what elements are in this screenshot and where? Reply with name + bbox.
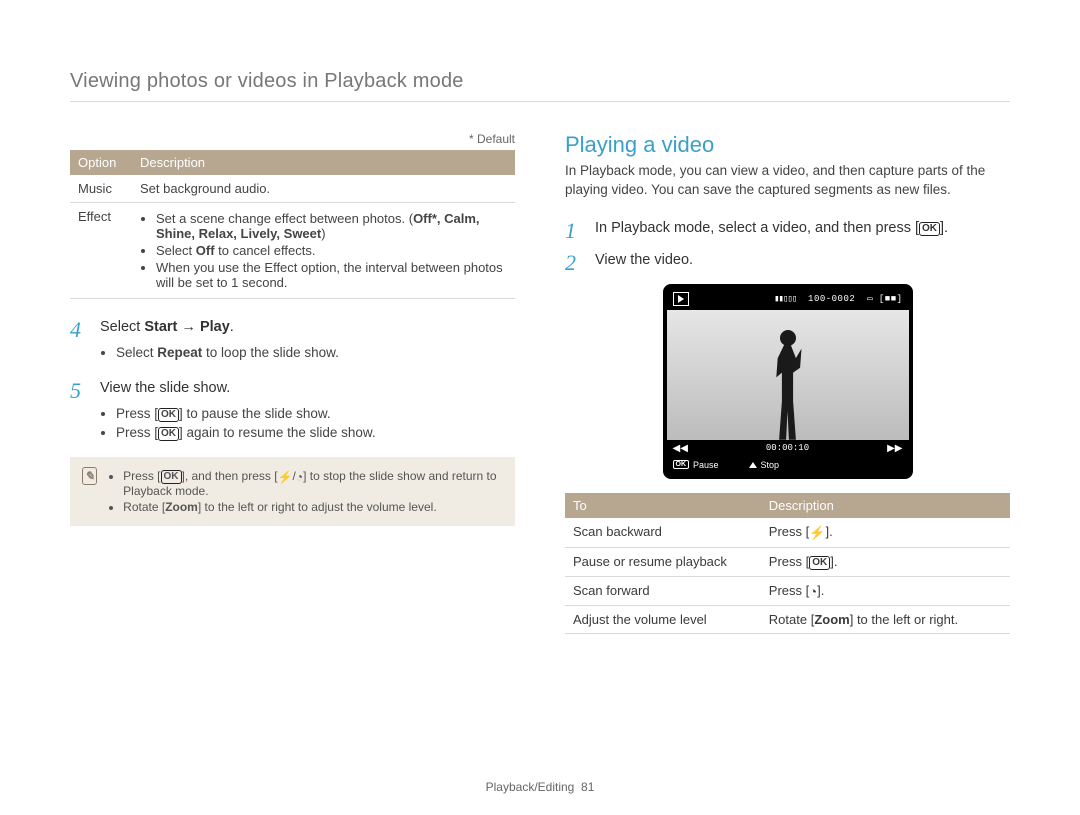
- effect-bullet-2: Select Off to cancel effects.: [156, 243, 507, 258]
- intro-text: In Playback mode, you can view a video, …: [565, 162, 1010, 200]
- control-to: Pause or resume playback: [565, 547, 761, 576]
- control-to: Adjust the volume level: [565, 605, 761, 633]
- pause-label: OKPause: [673, 460, 719, 470]
- video-frame: [667, 310, 909, 440]
- control-desc: Rotate [Zoom] to the left or right.: [761, 605, 1010, 633]
- option-cell-music: Music: [70, 175, 132, 203]
- right-column: Playing a video In Playback mode, you ca…: [565, 132, 1010, 634]
- silhouette-figure: [758, 330, 818, 440]
- stop-label: Stop: [749, 460, 780, 470]
- ok-icon: OK: [158, 427, 179, 441]
- video-topbar-info: ▮▮▯▯▯ 100-0002 ▭ [■■]: [774, 294, 902, 304]
- step-5: 5 View the slide show.: [70, 380, 515, 402]
- control-desc: Press [OK].: [761, 547, 1010, 576]
- two-column-layout: * Default Option Description Music Set b…: [70, 132, 1010, 634]
- step-number: 5: [70, 380, 88, 402]
- note-icon: ✎: [82, 467, 97, 485]
- table-row: Scan forward Press [◔].: [565, 576, 1010, 605]
- control-desc: Press [◔].: [761, 576, 1010, 605]
- step-2: 2 View the video.: [565, 252, 1010, 274]
- video-preview-wrap: ▮▮▯▯▯ 100-0002 ▭ [■■] ◀◀ 00:00:10 ▶▶ OKP…: [565, 284, 1010, 479]
- video-timebar: ◀◀ 00:00:10 ▶▶: [667, 440, 909, 457]
- page-header: Viewing photos or videos in Playback mod…: [70, 70, 1010, 102]
- ok-icon: OK: [161, 470, 182, 484]
- video-time: 00:00:10: [766, 443, 809, 453]
- forward-icon: ▶▶: [887, 443, 902, 454]
- step-1: 1 In Playback mode, select a video, and …: [565, 220, 1010, 242]
- table-row: Adjust the volume level Rotate [Zoom] to…: [565, 605, 1010, 633]
- ok-icon: OK: [919, 222, 940, 236]
- table-row: Music Set background audio.: [70, 175, 515, 203]
- step-number: 4: [70, 319, 88, 341]
- desc-cell-music: Set background audio.: [132, 175, 515, 203]
- up-arrow-icon: [749, 462, 757, 468]
- controls-header-to: To: [565, 493, 761, 518]
- step-number: 1: [565, 220, 583, 242]
- page-footer: Playback/Editing 81: [0, 780, 1080, 794]
- info-bullet-b: Rotate [Zoom] to the left or right to ad…: [123, 500, 503, 514]
- ok-icon: OK: [673, 460, 690, 469]
- table-row: Effect Set a scene change effect between…: [70, 203, 515, 299]
- ok-icon: OK: [158, 408, 179, 422]
- control-desc: Press [⚡].: [761, 518, 1010, 548]
- options-header-description: Description: [132, 150, 515, 175]
- flash-icon: ⚡: [278, 470, 293, 484]
- step5-sub-b: Press [OK] again to resume the slide sho…: [116, 425, 515, 441]
- table-row: Scan backward Press [⚡].: [565, 518, 1010, 548]
- default-note: * Default: [70, 132, 515, 146]
- video-topbar: ▮▮▯▯▯ 100-0002 ▭ [■■]: [667, 288, 909, 310]
- ok-icon: OK: [809, 556, 830, 570]
- control-to: Scan backward: [565, 518, 761, 548]
- step-body: View the slide show.: [100, 380, 515, 402]
- effect-bullet-1: Set a scene change effect between photos…: [156, 211, 507, 241]
- step-4: 4 Select Start → Play.: [70, 319, 515, 341]
- control-to: Scan forward: [565, 576, 761, 605]
- controls-table: To Description Scan backward Press [⚡]. …: [565, 493, 1010, 634]
- step4-sub-bullet: Select Repeat to loop the slide show.: [116, 345, 515, 360]
- left-column: * Default Option Description Music Set b…: [70, 132, 515, 634]
- step-body: Select Start → Play.: [100, 319, 515, 341]
- controls-header-desc: Description: [761, 493, 1010, 518]
- info-bullet-a: Press [OK], and then press [⚡/◔] to stop…: [123, 469, 503, 498]
- rewind-icon: ◀◀: [673, 443, 688, 454]
- options-header-option: Option: [70, 150, 132, 175]
- effect-bullet-3: When you use the Effect option, the inte…: [156, 260, 507, 290]
- desc-cell-effect: Set a scene change effect between photos…: [132, 203, 515, 299]
- video-preview: ▮▮▯▯▯ 100-0002 ▭ [■■] ◀◀ 00:00:10 ▶▶ OKP…: [663, 284, 913, 479]
- step-body: In Playback mode, select a video, and th…: [595, 220, 1010, 242]
- option-cell-effect: Effect: [70, 203, 132, 299]
- step-number: 2: [565, 252, 583, 274]
- video-bottombar: OKPause Stop: [667, 457, 909, 475]
- play-indicator-icon: [673, 292, 689, 306]
- step5-sub-a: Press [OK] to pause the slide show.: [116, 406, 515, 422]
- step-body: View the video.: [595, 252, 1010, 274]
- info-box: ✎ Press [OK], and then press [⚡/◔] to st…: [70, 457, 515, 526]
- flash-icon: ⚡: [809, 525, 825, 541]
- timer-icon: ◔: [809, 584, 817, 599]
- options-table: Option Description Music Set background …: [70, 150, 515, 299]
- section-heading-playing-video: Playing a video: [565, 132, 1010, 158]
- table-row: Pause or resume playback Press [OK].: [565, 547, 1010, 576]
